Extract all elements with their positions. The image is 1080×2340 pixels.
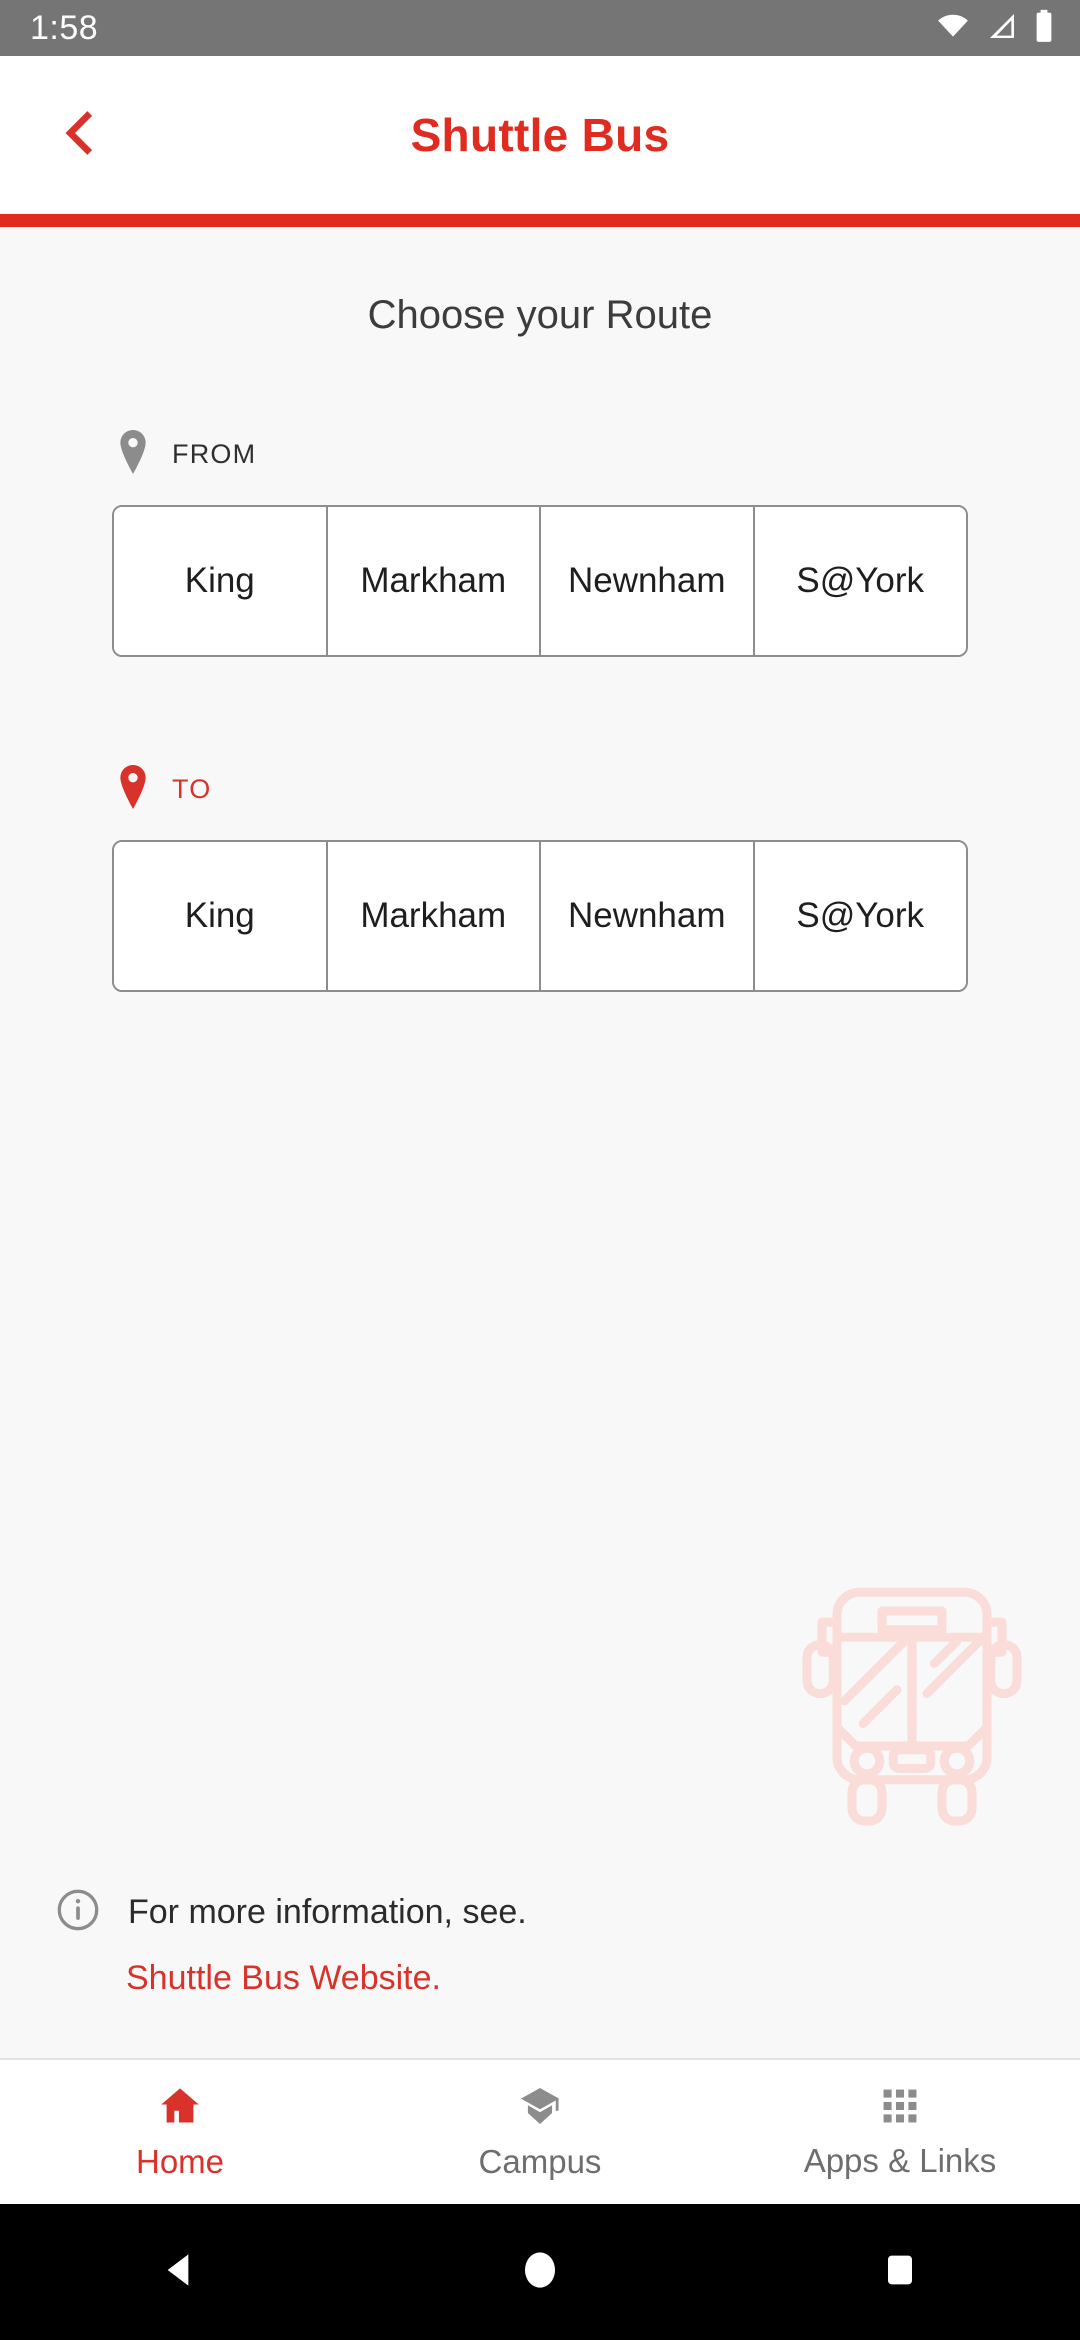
page-title: Shuttle Bus [410,109,670,161]
to-option-markham[interactable]: Markham [327,842,541,990]
chevron-left-icon [54,107,106,164]
status-icon-group [936,9,1054,48]
from-label-row: FROM [112,430,968,479]
status-bar: 1:58 [0,0,1080,56]
graduation-cap-icon [516,2084,564,2133]
phone-screen: 1:58 Shuttle Bus Choose your Route FROM … [0,0,1080,2340]
triangle-back-icon [160,2248,200,2297]
circle-home-icon [518,2246,562,2299]
screen-title: Choose your Route [367,293,713,337]
main-content: Choose your Route FROM King Markham Newn… [0,227,1080,2058]
back-button[interactable] [20,75,140,195]
from-option-markham[interactable]: Markham [327,507,541,655]
to-label-row: TO [112,765,968,814]
from-segmented-control[interactable]: King Markham Newnham S@York [112,505,968,657]
to-option-satyork[interactable]: S@York [754,842,966,990]
from-label: FROM [172,439,257,469]
from-option-newnham[interactable]: Newnham [541,507,755,655]
to-segmented-control[interactable]: King Markham Newnham S@York [112,840,968,992]
header-accent-rule [0,214,1080,227]
nav-recents-button[interactable] [830,2204,970,2340]
tab-campus[interactable]: Campus [360,2060,720,2204]
android-navigation-bar [0,2204,1080,2340]
from-option-king[interactable]: King [114,507,328,655]
from-option-satyork[interactable]: S@York [754,507,966,655]
location-pin-icon [116,765,150,814]
tab-home-label: Home [135,2142,225,2180]
grid-apps-icon [879,2085,921,2132]
location-pin-icon [116,430,150,479]
bus-front-icon [792,1576,1032,1826]
shuttle-bus-website-link[interactable]: Shuttle Bus Website. [56,1959,1024,1998]
tab-campus-label: Campus [478,2142,602,2180]
battery-icon [1034,9,1054,48]
cell-signal-icon [986,10,1018,47]
app-header: Shuttle Bus [0,56,1080,214]
to-option-newnham[interactable]: Newnham [541,842,755,990]
tab-home[interactable]: Home [0,2060,360,2204]
status-time: 1:58 [30,8,99,47]
info-row: For more information, see. [56,1888,1024,1937]
info-circle-icon [56,1888,100,1937]
to-field-group: TO King Markham Newnham S@York [0,765,1080,992]
nav-back-button[interactable] [110,2204,250,2340]
info-text: For more information, see. [128,1893,527,1931]
nav-home-button[interactable] [470,2204,610,2340]
to-label: TO [172,774,212,804]
square-recents-icon [880,2248,920,2297]
from-field-group: FROM King Markham Newnham S@York [0,430,1080,657]
tab-apps-links[interactable]: Apps & Links [720,2060,1080,2204]
tab-apps-links-label: Apps & Links [803,2141,997,2179]
info-block: For more information, see. Shuttle Bus W… [0,1888,1080,1998]
wifi-icon [936,9,970,48]
to-option-king[interactable]: King [114,842,328,990]
home-icon [157,2084,203,2133]
bottom-tab-bar: Home Campus Apps & Links [0,2058,1080,2204]
